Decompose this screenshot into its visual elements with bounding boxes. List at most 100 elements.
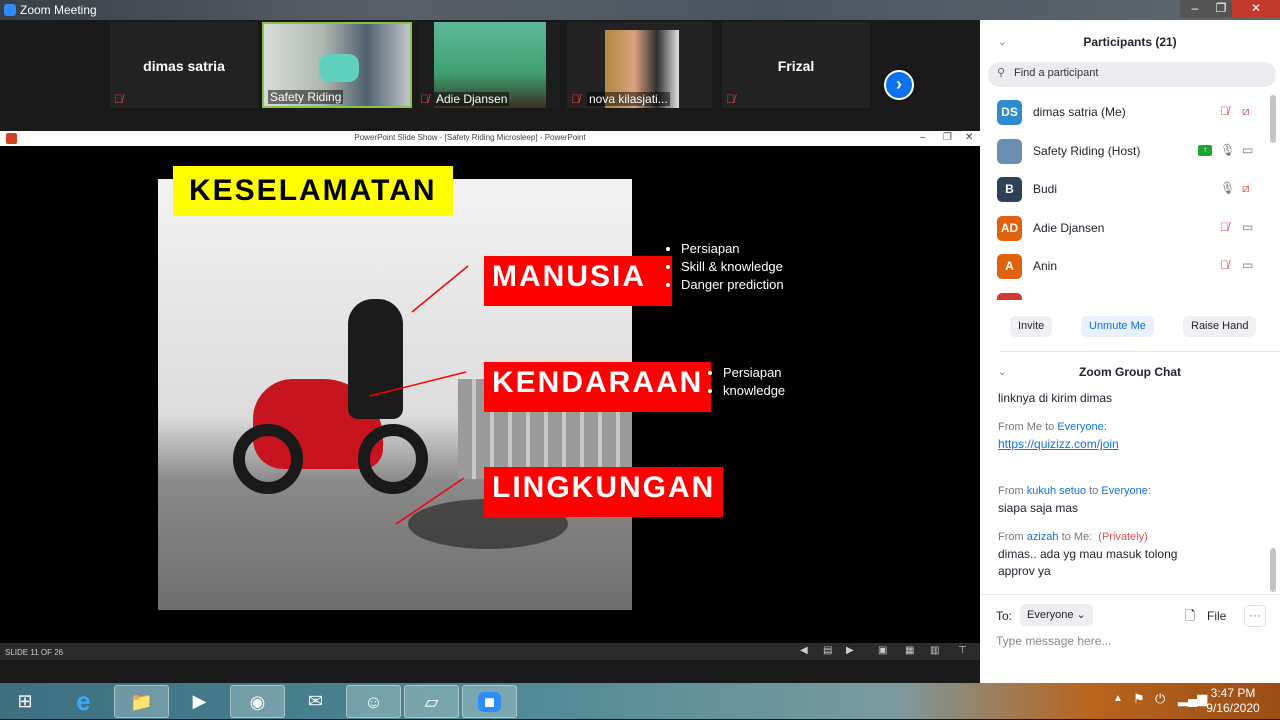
avatar — [997, 138, 1022, 164]
search-icon: ⚲ — [997, 67, 1006, 79]
chevron-right-icon: › — [896, 74, 902, 94]
participants-title: Participants (21) — [1083, 35, 1177, 49]
video-tile-adie[interactable]: Adie Djansen 🎙̸ — [418, 22, 560, 108]
menu-icon[interactable]: ▤ — [823, 645, 832, 656]
close-button[interactable]: ✕ — [1232, 0, 1280, 18]
unmute-me-button[interactable]: Unmute Me — [1081, 316, 1154, 337]
clock[interactable]: 3:47 PM 9/16/2020 — [1200, 686, 1266, 716]
side-panel: ⌄ Participants (21) ⚲ Find a participant… — [980, 20, 1280, 683]
notepad-icon[interactable]: ▱ — [404, 685, 459, 718]
video-icon: ▭ — [1242, 219, 1254, 234]
next-page-button[interactable]: › — [884, 70, 914, 100]
ppt-restore-button[interactable]: ❐ — [943, 132, 952, 143]
next-slide-icon[interactable]: ▶ — [846, 645, 854, 656]
ppt-close-button[interactable]: ✕ — [965, 132, 973, 143]
slide-area: KESELAMATAN MANUSIA Persiapan Skill & kn… — [0, 146, 980, 643]
raise-hand-button[interactable]: Raise Hand — [1183, 316, 1257, 337]
chat-message-input[interactable]: Type message here... — [996, 634, 1111, 648]
avatar: AD — [997, 215, 1022, 241]
explorer-icon[interactable]: 📁 — [114, 685, 169, 718]
chat-message-text: siapa saja mas — [998, 501, 1079, 515]
divider — [980, 594, 1280, 595]
invite-button[interactable]: Invite — [1010, 316, 1053, 337]
normal-view-icon[interactable]: ▣ — [878, 645, 887, 656]
video-tile-dimas[interactable]: dimas satria 🎙̸ — [110, 22, 258, 108]
participant-row[interactable] — [980, 286, 1270, 300]
slide-sorter-icon[interactable]: ▦ — [905, 645, 914, 656]
ppt-window-title: PowerPoint Slide Show - [Safety Riding M… — [354, 133, 586, 142]
chat-meta: From Me to Everyone: — [998, 421, 1107, 433]
file-button[interactable]: File — [1207, 609, 1226, 623]
windows-taskbar: ⊞ e 📁 ▶ ◉ ✉ ☺ ▱ ■ ▲ ⚑ ⏻ ▂▄▆ 3:47 PM 9/16… — [0, 683, 1280, 719]
participant-row[interactable]: Safety Riding (Host) ↑ 🎙 ▭ — [980, 132, 1270, 170]
zoom-titlebar: Zoom Meeting – ❐ ✕ — [0, 0, 1280, 20]
video-tile-frizal[interactable]: Frizal 🎙̸ — [722, 22, 870, 108]
slide-status-bar: SLIDE 11 OF 26 ◀ ▤ ▶ ▣ ▦ ▥ ⊤ — [0, 643, 980, 660]
chat-message-text: dimas.. ada yg mau masuk tolong approv y… — [998, 547, 1178, 578]
search-placeholder: Find a participant — [1014, 67, 1099, 79]
window-title: Zoom Meeting — [20, 3, 97, 17]
mic-muted-icon: 🎙̸ — [1220, 258, 1229, 272]
mic-muted-icon: 🎙̸ — [571, 92, 580, 106]
tile-name: Safety Riding — [268, 90, 344, 104]
zoom-taskbar-icon[interactable]: ■ — [462, 685, 517, 718]
mic-icon: 🎙 — [1220, 142, 1236, 157]
power-icon[interactable]: ⏻ — [1155, 691, 1165, 707]
action-center-flag-icon[interactable]: ⚑ — [1133, 691, 1145, 707]
mic-muted-icon: 🎙̸ — [420, 92, 429, 106]
participant-row[interactable]: AD Adie Djansen 🎙̸ ▭ — [980, 209, 1270, 247]
chat-meta: From azizah to Me: (Privately) — [998, 531, 1148, 543]
quizizz-link[interactable]: https://quizizz.com/join — [998, 436, 1119, 453]
start-button[interactable]: ⊞ — [0, 685, 50, 718]
discord-icon[interactable]: ☺ — [346, 685, 401, 718]
chrome-icon[interactable]: ◉ — [230, 685, 285, 718]
presenter-icon[interactable]: ⊤ — [958, 645, 967, 656]
slide-counter: SLIDE 11 OF 26 — [5, 648, 64, 657]
pointer-line — [369, 371, 467, 397]
participant-row[interactable]: A Anin 🎙̸ ▭ — [980, 247, 1270, 285]
time: 3:47 PM — [1210, 686, 1256, 700]
media-player-icon[interactable]: ▶ — [172, 685, 227, 718]
chat-message-text: linknya di kirim dimas — [998, 391, 1113, 405]
participant-list: DS dimas satria (Me) 🎙̸ ⧄ Safety Riding (Hos… — [980, 93, 1270, 300]
video-off-icon: ⧄ — [1242, 104, 1250, 118]
chat-title: Zoom Group Chat — [1079, 365, 1181, 379]
video-tile-safety-riding[interactable]: Safety Riding — [262, 22, 412, 108]
more-options-button[interactable]: ··· — [1244, 605, 1266, 627]
tile-name: nova kilasjati... — [587, 92, 670, 106]
pointer-line — [411, 265, 469, 313]
show-hidden-icons[interactable]: ▲ — [1113, 693, 1123, 704]
file-icon[interactable]: 🗋 — [1185, 607, 1195, 629]
tile-name: dimas satria — [143, 58, 225, 74]
divider — [1000, 351, 1280, 352]
recipient-dropdown[interactable]: Everyone ⌄ — [1020, 604, 1093, 626]
mic-muted-icon: 🎙̸ — [114, 92, 123, 106]
participant-name: Budi — [1033, 182, 1058, 196]
participant-row[interactable]: DS dimas satria (Me) 🎙̸ ⧄ — [980, 93, 1270, 131]
mic-icon: 🎙 — [1220, 181, 1236, 195]
avatar: B — [997, 177, 1022, 202]
ppt-minimize-button[interactable]: – — [920, 132, 926, 143]
chat-scrollbar[interactable] — [1270, 548, 1276, 592]
participant-name: Safety Riding (Host) — [1033, 143, 1141, 158]
participant-name: Anin — [1033, 259, 1058, 273]
avatar: A — [997, 254, 1022, 279]
pointer-line — [395, 477, 465, 525]
pointer-lines — [369, 265, 469, 525]
video-tile-nova[interactable]: nova kilasjati... 🎙̸ — [567, 22, 712, 108]
participant-row[interactable]: B Budi 🎙 ⧄ — [980, 170, 1270, 208]
mic-muted-icon: 🎙̸ — [726, 92, 735, 106]
chevron-down-icon: ⌄ — [1076, 609, 1086, 621]
outlook-icon[interactable]: ✉ — [288, 685, 343, 718]
participant-name: Adie Djansen — [1033, 220, 1105, 235]
mic-muted-icon: 🎙̸ — [1220, 104, 1229, 118]
prev-slide-icon[interactable]: ◀ — [800, 645, 808, 656]
tile-name: Frizal — [777, 58, 815, 74]
participant-scrollbar[interactable] — [1270, 95, 1276, 143]
video-strip: dimas satria 🎙̸ Safety Riding Adie Djans… — [0, 20, 980, 131]
ie-icon[interactable]: e — [56, 685, 111, 718]
reading-view-icon[interactable]: ▥ — [930, 645, 939, 656]
participant-search-input[interactable]: ⚲ Find a participant — [988, 62, 1276, 87]
video-icon: ▭ — [1242, 258, 1254, 272]
sharing-icon: ↑ — [1198, 144, 1212, 156]
